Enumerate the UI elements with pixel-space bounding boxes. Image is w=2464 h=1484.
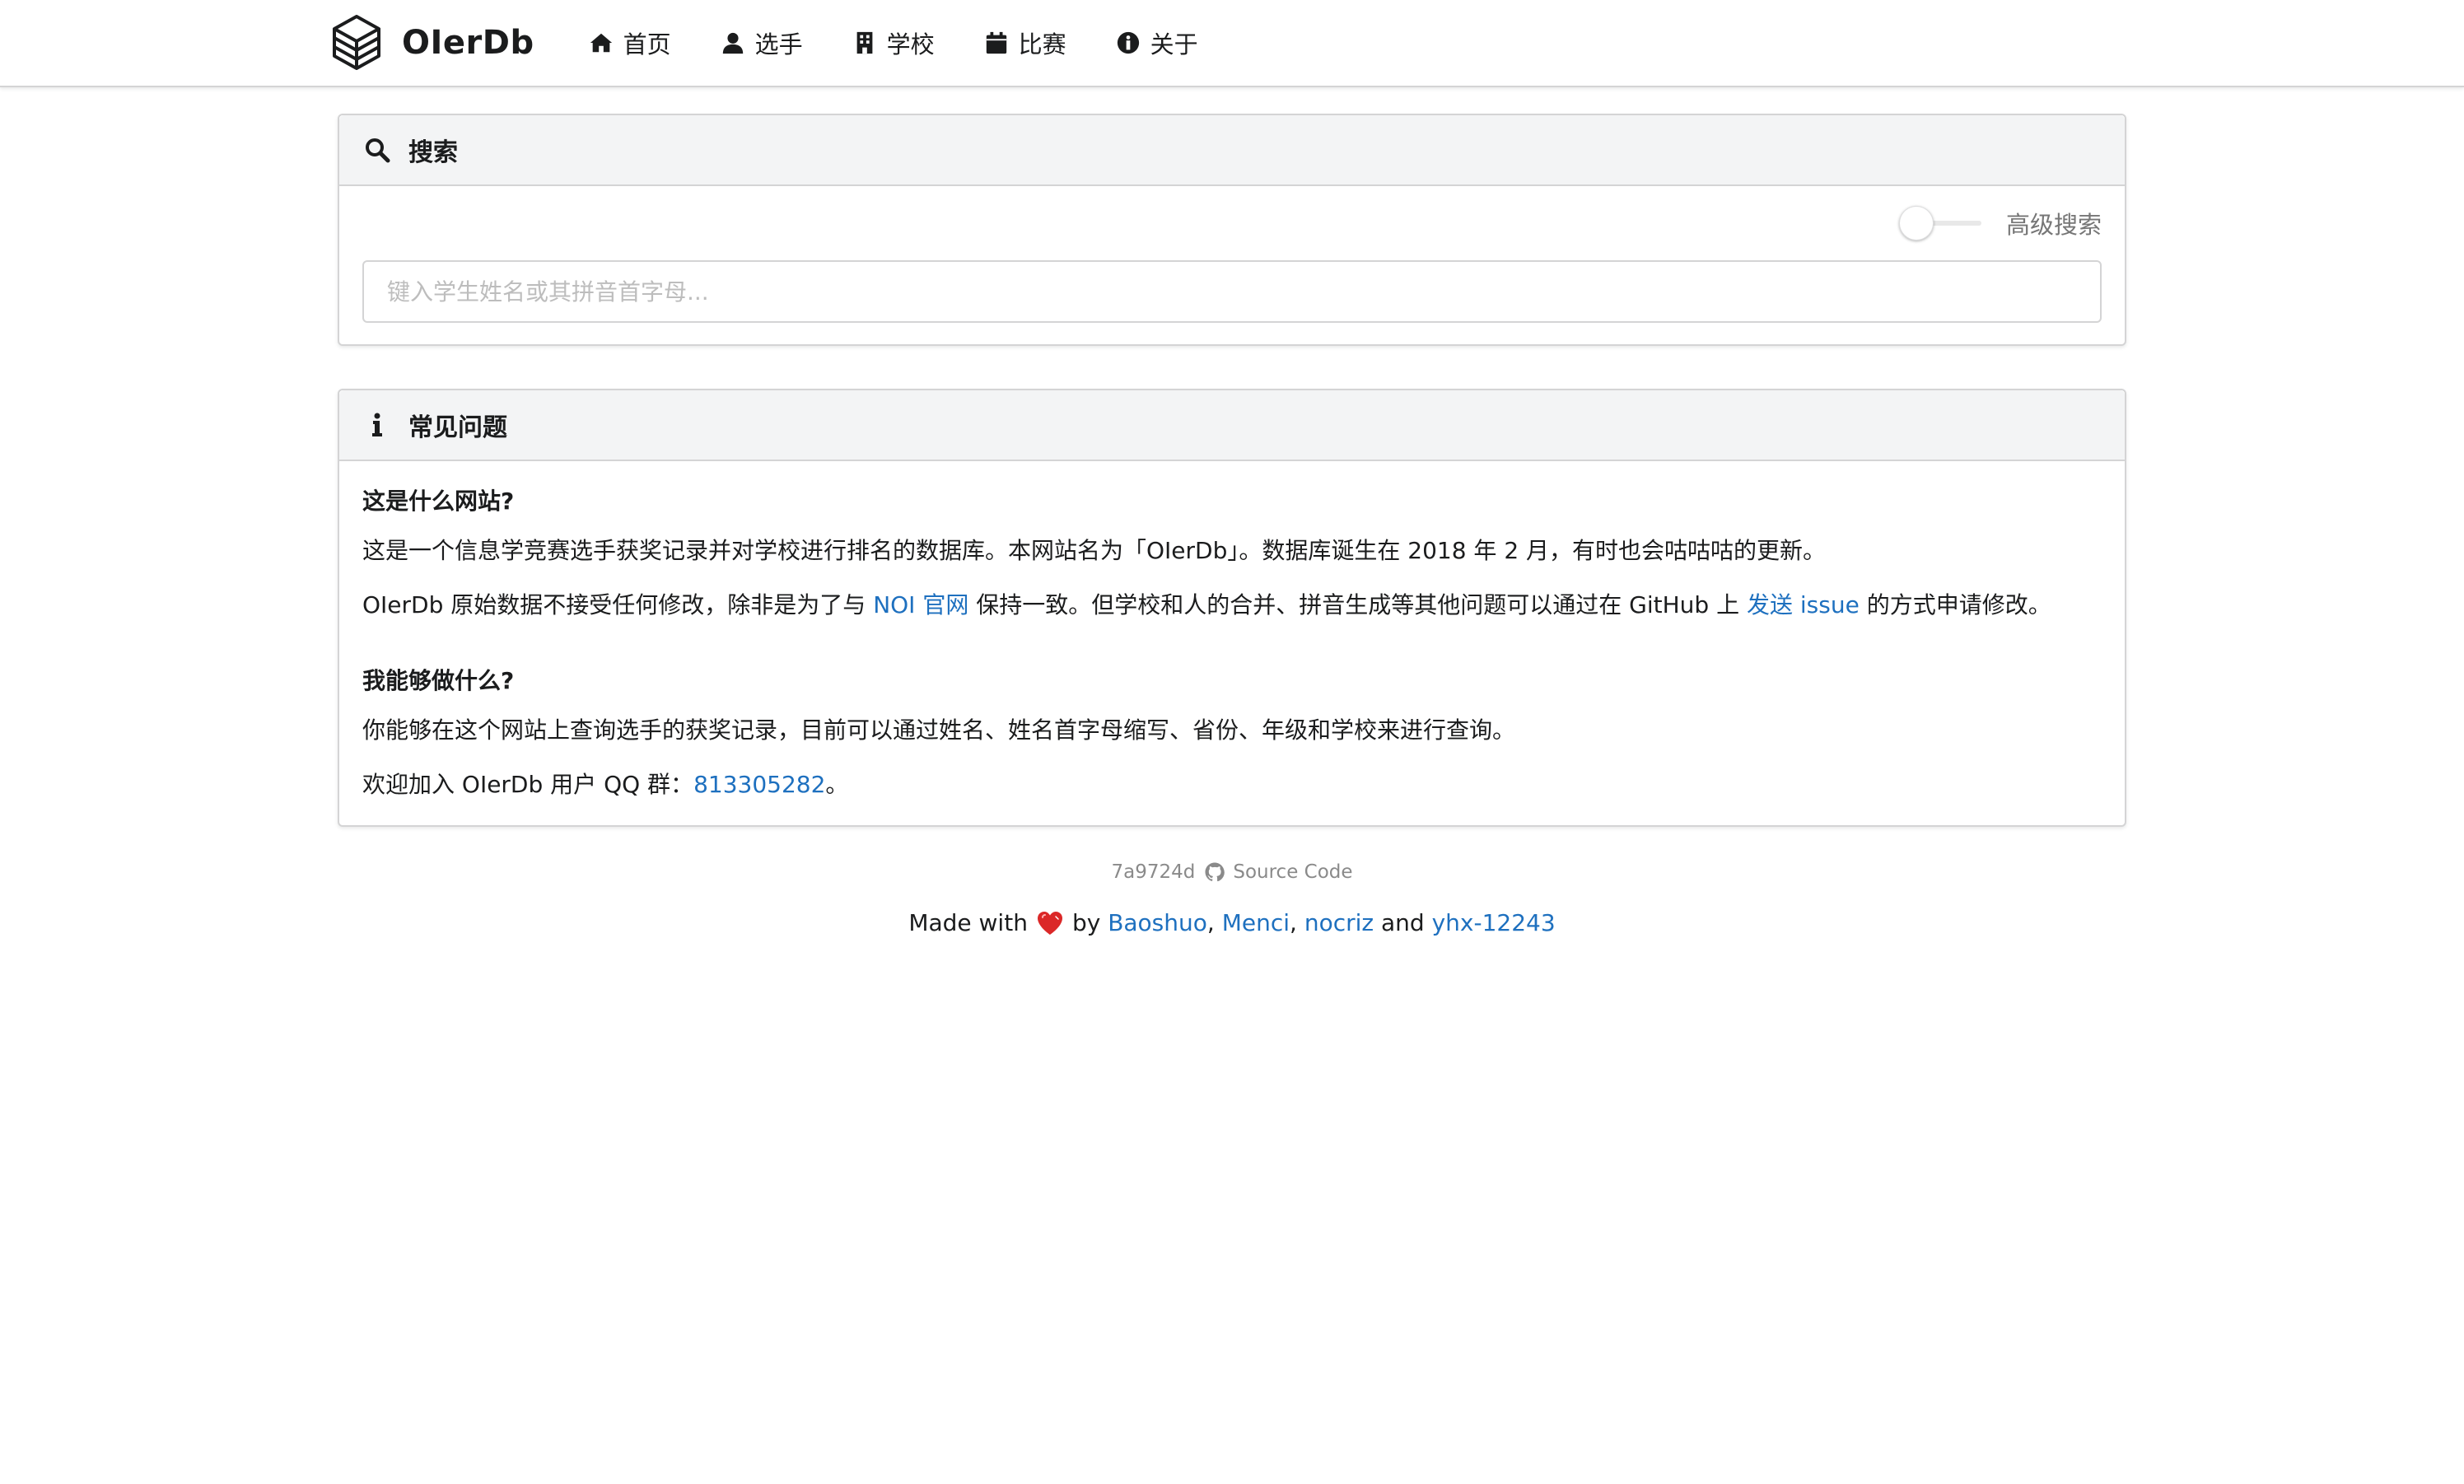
faq-answer-2-text-a: OIerDb 原始数据不接受任何修改，除非是为了与 — [362, 591, 874, 618]
nav-label-schools: 学校 — [886, 30, 935, 58]
nav-label-about: 关于 — [1150, 30, 1198, 58]
author-link-nocriz[interactable]: nocriz — [1304, 909, 1374, 936]
faq-panel: 常见问题 这是什么网站? 这是一个信息学竞赛选手获奖记录并对学校进行排名的数据库… — [338, 389, 2126, 827]
nav-item-contests[interactable]: 比赛 — [959, 0, 1091, 86]
author-link-yhx[interactable]: yhx-12243 — [1432, 909, 1556, 936]
commit-hash-link[interactable]: 7a9724d — [1111, 861, 1195, 883]
footer-version: 7a9724d Source Code — [0, 861, 2464, 883]
faq-answer-2-text-c: 的方式申请修改。 — [1859, 591, 2051, 618]
nav-label-players: 选手 — [754, 30, 803, 58]
toggle-knob — [1898, 206, 1934, 240]
info-circle-icon — [1117, 31, 1139, 54]
nav-item-schools[interactable]: 学校 — [828, 0, 959, 86]
advanced-search-label[interactable]: 高级搜索 — [2006, 206, 2102, 240]
nav-label-home: 首页 — [623, 30, 671, 58]
faq-answer-3: 你能够在这个网站上查询选手的获奖记录，目前可以通过姓名、姓名首字母缩写、省份、年… — [362, 716, 1516, 744]
nav-item-about[interactable]: 关于 — [1091, 0, 1223, 86]
faq-body: 这是什么网站? 这是一个信息学竞赛选手获奖记录并对学校进行排名的数据库。本网站名… — [339, 461, 2125, 800]
user-icon — [722, 32, 743, 54]
brand-link[interactable]: OIerDb — [331, 15, 534, 71]
source-code-link[interactable]: Source Code — [1233, 861, 1352, 883]
faq-question-1: 这是什么网站? — [362, 488, 515, 515]
oierdb-logo-icon — [333, 15, 380, 70]
search-icon — [366, 138, 390, 163]
github-icon — [1205, 862, 1225, 882]
calendar-icon — [986, 31, 1006, 54]
info-icon — [372, 413, 382, 436]
search-panel-header: 搜索 — [339, 115, 2125, 186]
nav-item-players[interactable]: 选手 — [696, 0, 828, 86]
faq-panel-header: 常见问题 — [339, 390, 2125, 461]
search-panel: 搜索 高级搜索 — [338, 114, 2126, 346]
search-panel-title: 搜索 — [408, 138, 458, 167]
brand-name: OIerDb — [402, 24, 534, 62]
faq-answer-4-text-a: 欢迎加入 OIerDb 用户 QQ 群： — [362, 771, 694, 798]
faq-question-2: 我能够做什么? — [362, 667, 515, 694]
faq-answer-4-text-b: 。 — [825, 771, 849, 798]
by-text: by — [1071, 909, 1101, 936]
advanced-search-toggle[interactable] — [1898, 204, 1981, 242]
home-icon — [590, 33, 612, 53]
search-input[interactable] — [362, 260, 2102, 323]
and-text: and — [1381, 909, 1425, 936]
author-link-baoshuo[interactable]: Baoshuo — [1108, 909, 1207, 936]
faq-answer-2: OIerDb 原始数据不接受任何修改，除非是为了与 NOI 官网 保持一致。但学… — [362, 590, 2102, 621]
noi-official-link[interactable]: NOI 官网 — [873, 591, 968, 618]
nav-label-contests: 比赛 — [1018, 30, 1066, 58]
author-sep-2: , — [1290, 909, 1297, 936]
faq-gap — [362, 644, 2102, 659]
top-menu: OIerDb 首页 选手 学校 比赛 关于 — [0, 0, 2464, 87]
faq-panel-title: 常见问题 — [408, 413, 507, 442]
advanced-search-row: 高级搜索 — [1898, 204, 2102, 242]
heart-icon — [1037, 911, 1062, 935]
faq-answer-4: 欢迎加入 OIerDb 用户 QQ 群：813305282。 — [362, 769, 2102, 800]
made-with-text: Made with — [908, 909, 1028, 936]
faq-answer-2-text-b: 保持一致。但学校和人的合并、拼音生成等其他问题可以通过在 GitHub 上 — [968, 591, 1747, 618]
author-sep-1: , — [1206, 909, 1215, 936]
nav-item-home[interactable]: 首页 — [564, 0, 696, 86]
footer-credits: Made with by Baoshuo, Menci, nocriz and … — [0, 909, 2464, 936]
building-icon — [856, 31, 872, 54]
qq-group-link[interactable]: 813305282 — [693, 771, 825, 798]
author-link-menci[interactable]: Menci — [1222, 909, 1290, 936]
top-menu-content: OIerDb 首页 选手 学校 比赛 关于 — [331, 0, 1223, 86]
faq-answer-1: 这是一个信息学竞赛选手获奖记录并对学校进行排名的数据库。本网站名为「OIerDb… — [362, 537, 1827, 564]
send-issue-link[interactable]: 发送 issue — [1747, 591, 1860, 618]
